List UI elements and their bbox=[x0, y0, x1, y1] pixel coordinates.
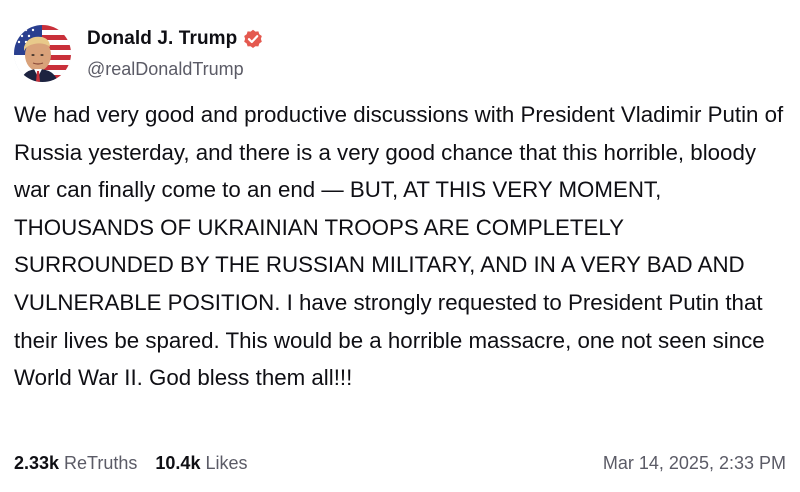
likes-label: Likes bbox=[205, 452, 248, 473]
post-footer: 2.33k ReTruths 10.4k Likes Mar 14, 2025,… bbox=[14, 448, 786, 478]
likes-count: 10.4k bbox=[155, 452, 201, 473]
avatar[interactable] bbox=[14, 25, 71, 82]
author-handle[interactable]: @realDonaldTrump bbox=[87, 59, 263, 80]
name-row: Donald J. Trump bbox=[87, 27, 263, 51]
retruths-label: ReTruths bbox=[64, 452, 138, 473]
author-display-name[interactable]: Donald J. Trump bbox=[87, 28, 237, 50]
post-timestamp[interactable]: Mar 14, 2025, 2:33 PM bbox=[603, 453, 786, 474]
retruths-count: 2.33k bbox=[14, 452, 60, 473]
post-header: Donald J. Trump @realDonaldTrump bbox=[14, 25, 263, 82]
likes-stat[interactable]: 10.4k Likes bbox=[155, 453, 247, 474]
post-text: We had very good and productive discussi… bbox=[14, 102, 784, 391]
truth-post: Donald J. Trump @realDonaldTrump We had … bbox=[0, 0, 800, 492]
avatar-image bbox=[14, 25, 71, 82]
verified-badge-icon bbox=[243, 29, 263, 49]
retruths-stat[interactable]: 2.33k ReTruths bbox=[14, 453, 137, 474]
author-info: Donald J. Trump @realDonaldTrump bbox=[87, 27, 263, 80]
